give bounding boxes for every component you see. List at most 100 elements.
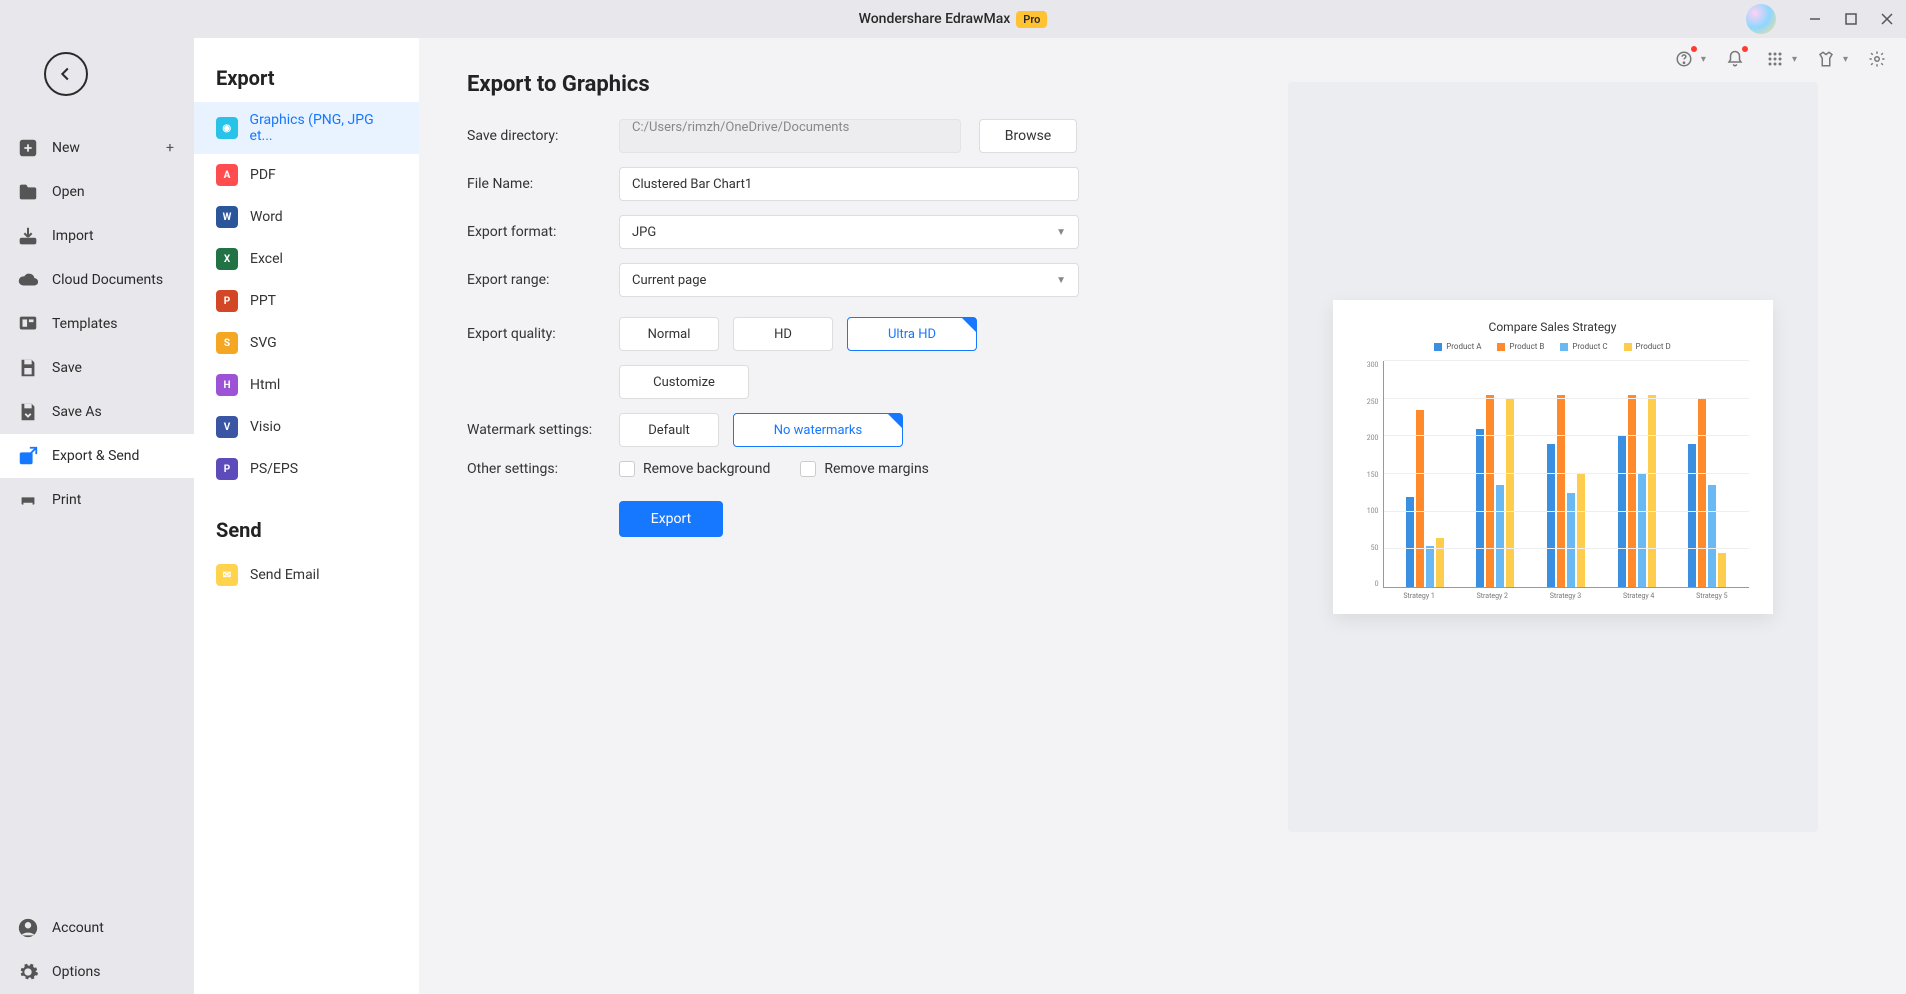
row-range: Export range: Current page ▼ — [467, 263, 1187, 297]
preview-frame: Compare Sales Strategy Product AProduct … — [1288, 82, 1818, 832]
export-item-pseps[interactable]: P PS/EPS — [194, 448, 419, 490]
remove-margins-checkbox[interactable]: Remove margins — [800, 461, 929, 477]
nav-label: Cloud Documents — [52, 272, 163, 288]
preview-column: Compare Sales Strategy Product AProduct … — [1247, 72, 1858, 960]
content-area: Export to Graphics Save directory: C:/Us… — [419, 38, 1906, 994]
export-item-ppt[interactable]: P PPT — [194, 280, 419, 322]
nav-cloud[interactable]: Cloud Documents — [0, 258, 194, 302]
nav-save[interactable]: Save — [0, 346, 194, 390]
label-filename: File Name: — [467, 176, 619, 192]
row-filename: File Name: — [467, 167, 1187, 201]
row-quality: Export quality: Normal HD Ultra HD — [467, 317, 1187, 351]
filename-input[interactable] — [619, 167, 1079, 201]
chart-preview: Compare Sales Strategy Product AProduct … — [1333, 300, 1773, 614]
browse-button[interactable]: Browse — [979, 119, 1077, 153]
nav-label: Open — [52, 184, 85, 200]
nav-account[interactable]: Account — [0, 906, 194, 950]
export-item-html[interactable]: H Html — [194, 364, 419, 406]
plus-icon[interactable]: + — [166, 140, 174, 156]
nav-export-send[interactable]: Export & Send — [0, 434, 194, 478]
remove-bg-checkbox[interactable]: Remove background — [619, 461, 770, 477]
nav-saveas[interactable]: Save As — [0, 390, 194, 434]
label-save-dir: Save directory: — [467, 128, 619, 144]
print-icon — [16, 488, 40, 512]
gear-icon[interactable] — [1866, 48, 1888, 70]
toolbar-icons: ▾ ▾ ▾ — [1673, 48, 1888, 70]
chart-area: 300250200150100500 — [1357, 361, 1749, 588]
export-item-label: PDF — [250, 167, 276, 183]
cloud-icon — [16, 268, 40, 292]
user-avatar[interactable] — [1746, 4, 1776, 34]
quality-customize-button[interactable]: Customize — [619, 365, 749, 399]
nav-new[interactable]: New + — [0, 126, 194, 170]
chk-label: Remove background — [643, 461, 770, 477]
chart-legend: Product AProduct BProduct CProduct D — [1357, 342, 1749, 351]
nav-print[interactable]: Print — [0, 478, 194, 522]
visio-icon: V — [216, 416, 238, 438]
export-item-label: PPT — [250, 293, 276, 309]
nav-label: Print — [52, 492, 81, 508]
nav-templates[interactable]: Templates — [0, 302, 194, 346]
export-item-label: Excel — [250, 251, 283, 267]
nav-label: Save As — [52, 404, 102, 420]
user-icon — [16, 916, 40, 940]
word-icon: W — [216, 206, 238, 228]
maximize-icon[interactable] — [1842, 10, 1860, 28]
export-item-label: Visio — [250, 419, 281, 435]
watermark-none-button[interactable]: No watermarks — [733, 413, 903, 447]
save-icon — [16, 356, 40, 380]
quality-normal-button[interactable]: Normal — [619, 317, 719, 351]
export-icon — [16, 444, 40, 468]
chart-plot — [1383, 361, 1749, 588]
chart-x-axis: Strategy 1Strategy 2Strategy 3Strategy 4… — [1383, 592, 1749, 600]
quality-hd-button[interactable]: HD — [733, 317, 833, 351]
help-icon[interactable] — [1673, 48, 1695, 70]
folder-icon — [16, 180, 40, 204]
grid-icon[interactable] — [1764, 48, 1786, 70]
nav-label: Account — [52, 920, 104, 936]
nav-label: Save — [52, 360, 82, 376]
chk-label: Remove margins — [824, 461, 929, 477]
export-item-label: Graphics (PNG, JPG et... — [250, 112, 397, 144]
export-item-svg[interactable]: S SVG — [194, 322, 419, 364]
row-quality-customize: Customize — [467, 365, 1187, 399]
shirt-icon[interactable] — [1815, 48, 1837, 70]
format-select[interactable]: JPG ▼ — [619, 215, 1079, 249]
export-item-word[interactable]: W Word — [194, 196, 419, 238]
form-heading: Export to Graphics — [467, 72, 1187, 97]
email-icon: ✉ — [216, 564, 238, 586]
nav-label: New — [52, 140, 80, 156]
range-value: Current page — [632, 273, 706, 288]
watermark-default-button[interactable]: Default — [619, 413, 719, 447]
pseps-icon: P — [216, 458, 238, 480]
back-button[interactable] — [44, 52, 88, 96]
checkbox-icon — [619, 461, 635, 477]
send-heading: Send — [194, 518, 419, 554]
window-controls — [1806, 0, 1896, 38]
bell-icon[interactable] — [1724, 48, 1746, 70]
close-icon[interactable] — [1878, 10, 1896, 28]
templates-icon — [16, 312, 40, 336]
export-item-email[interactable]: ✉ Send Email — [194, 554, 419, 596]
nav-open[interactable]: Open — [0, 170, 194, 214]
chevron-down-icon: ▼ — [1056, 275, 1066, 286]
export-item-visio[interactable]: V Visio — [194, 406, 419, 448]
export-item-graphics[interactable]: ◉ Graphics (PNG, JPG et... — [194, 102, 419, 154]
export-item-pdf[interactable]: A PDF — [194, 154, 419, 196]
app-title: Wondershare EdrawMax — [859, 11, 1011, 27]
minimize-icon[interactable] — [1806, 10, 1824, 28]
range-select[interactable]: Current page ▼ — [619, 263, 1079, 297]
nav-import[interactable]: Import — [0, 214, 194, 258]
row-format: Export format: JPG ▼ — [467, 215, 1187, 249]
gear-icon — [16, 960, 40, 984]
row-watermark: Watermark settings: Default No watermark… — [467, 413, 1187, 447]
export-item-excel[interactable]: X Excel — [194, 238, 419, 280]
quality-ultrahd-button[interactable]: Ultra HD — [847, 317, 977, 351]
titlebar: Wondershare EdrawMax Pro — [0, 0, 1906, 38]
nav-options[interactable]: Options — [0, 950, 194, 994]
export-panel: Export ◉ Graphics (PNG, JPG et... A PDF … — [194, 38, 419, 994]
saveas-icon — [16, 400, 40, 424]
pro-badge: Pro — [1016, 11, 1047, 28]
export-button[interactable]: Export — [619, 501, 723, 537]
pdf-icon: A — [216, 164, 238, 186]
